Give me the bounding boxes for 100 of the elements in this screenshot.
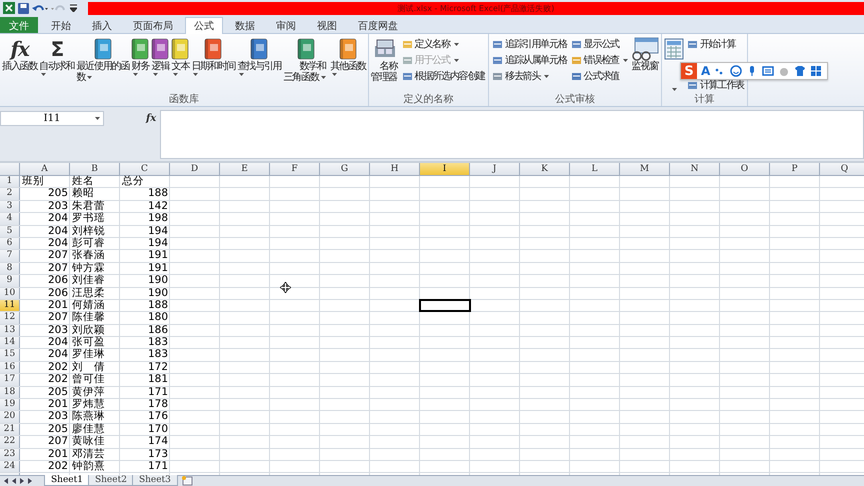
table-cell-text: 张春涵 bbox=[71, 250, 106, 262]
table-cell-text: 彭可睿 bbox=[71, 238, 106, 249]
ribbon-button[interactable]: 查找与引用 bbox=[236, 35, 282, 77]
column-header[interactable]: A bbox=[20, 163, 70, 175]
ribbon-tab[interactable]: 文件 bbox=[0, 17, 38, 33]
column-header[interactable]: O bbox=[720, 163, 770, 175]
row-header[interactable]: 4 bbox=[0, 213, 20, 225]
table-cell-text: 194 bbox=[146, 238, 169, 250]
ribbon-button[interactable]: 其他函数 bbox=[329, 35, 367, 77]
ime-button[interactable]: A bbox=[701, 64, 710, 78]
column-header[interactable]: B bbox=[70, 163, 120, 175]
row-header[interactable]: 20 bbox=[0, 411, 20, 423]
tool-icon bbox=[570, 38, 582, 50]
ribbon-button[interactable]: 追踪从属单元格 bbox=[490, 53, 569, 67]
column-header[interactable]: E bbox=[220, 163, 270, 175]
ribbon-button[interactable]: 财务 bbox=[130, 35, 150, 77]
ribbon-button[interactable]: Σ 自动求和 bbox=[38, 35, 76, 77]
save-icon[interactable] bbox=[18, 2, 29, 14]
ribbon-button[interactable]: 数学和三角函数 bbox=[282, 35, 330, 84]
ribbon-tab[interactable]: 公式 bbox=[185, 17, 223, 34]
ribbon-button[interactable]: fx 插入函数 bbox=[1, 35, 38, 73]
calculator-sheet-icon bbox=[664, 38, 684, 60]
row-header[interactable]: 22 bbox=[0, 436, 20, 448]
ime-logo[interactable]: S bbox=[681, 63, 697, 79]
column-header[interactable]: J bbox=[470, 163, 520, 175]
sheet-tab[interactable]: Sheet2 bbox=[88, 475, 134, 486]
formula-input[interactable] bbox=[160, 110, 864, 159]
column-header[interactable]: N bbox=[670, 163, 720, 175]
column-header[interactable]: F bbox=[270, 163, 320, 175]
ribbon-button[interactable]: 最近使用的函数 bbox=[75, 35, 130, 84]
row-header[interactable]: 10 bbox=[0, 288, 20, 299]
row-header[interactable]: 3 bbox=[0, 200, 20, 212]
column-header[interactable]: H bbox=[370, 163, 420, 175]
ribbon-tab[interactable]: 审阅 bbox=[267, 17, 305, 33]
active-cell[interactable] bbox=[420, 300, 470, 312]
ribbon-button[interactable]: 名称管理器 bbox=[370, 35, 400, 84]
row-header[interactable]: 16 bbox=[0, 362, 20, 374]
sheet-tab[interactable]: Sheet3 bbox=[132, 475, 178, 486]
ribbon-button[interactable]: 移去箭头 bbox=[490, 69, 569, 83]
insert-function-button[interactable]: fx bbox=[146, 112, 156, 124]
table-cell-text: 203 bbox=[46, 324, 69, 336]
ribbon-tab[interactable]: 开始 bbox=[42, 17, 80, 33]
row-header[interactable]: 14 bbox=[0, 337, 20, 348]
ribbon-button[interactable]: 追踪引用单元格 bbox=[490, 37, 569, 51]
undo-icon[interactable] bbox=[32, 2, 48, 14]
column-header[interactable]: L bbox=[570, 163, 620, 175]
row-header[interactable]: 17 bbox=[0, 374, 20, 386]
ribbon-tab[interactable]: 数据 bbox=[226, 17, 264, 33]
column-header[interactable]: G bbox=[320, 163, 370, 175]
table-cell-text: 190 bbox=[146, 288, 169, 299]
row-header[interactable]: 1 bbox=[0, 176, 20, 188]
name-box[interactable]: I11 bbox=[0, 110, 104, 126]
row-header[interactable]: 15 bbox=[0, 349, 20, 361]
ribbon-button[interactable]: 日期和时间 bbox=[190, 35, 236, 77]
keyboard-icon[interactable] bbox=[762, 65, 774, 77]
ribbon-button[interactable]: 根据所选内容创建 bbox=[400, 69, 488, 83]
column-header[interactable]: P bbox=[770, 163, 820, 175]
row-header[interactable]: 5 bbox=[0, 226, 20, 237]
ribbon-button[interactable]: 开始计算 bbox=[684, 37, 746, 51]
row-header[interactable]: 9 bbox=[0, 275, 20, 287]
row-header[interactable]: 11 bbox=[0, 300, 20, 312]
column-header[interactable]: D bbox=[170, 163, 220, 175]
sheet-tab[interactable]: Sheet1 bbox=[44, 475, 90, 486]
smiley-icon[interactable] bbox=[730, 65, 742, 77]
row-header[interactable]: 6 bbox=[0, 238, 20, 250]
ribbon-tab[interactable]: 百度网盘 bbox=[349, 17, 407, 33]
table-cell-text: 203 bbox=[46, 200, 69, 212]
row-header[interactable]: 18 bbox=[0, 386, 20, 398]
row-header[interactable]: 21 bbox=[0, 424, 20, 436]
grid-icon[interactable] bbox=[810, 65, 822, 77]
ribbon-button[interactable]: 逻辑 bbox=[150, 35, 170, 77]
ribbon-button[interactable]: 显示公式 bbox=[568, 37, 630, 51]
row-header[interactable]: 7 bbox=[0, 250, 20, 262]
ribbon-tab[interactable]: 视图 bbox=[308, 17, 346, 33]
row-header[interactable]: 24 bbox=[0, 460, 20, 472]
table-cell-text: 黄伊萍 bbox=[71, 386, 106, 398]
row-header[interactable]: 23 bbox=[0, 448, 20, 460]
column-header[interactable]: K bbox=[520, 163, 570, 175]
tool-icon bbox=[686, 38, 698, 50]
column-header[interactable]: I bbox=[420, 163, 470, 175]
row-header[interactable]: 2 bbox=[0, 188, 20, 200]
column-header[interactable]: Q bbox=[820, 163, 864, 175]
ribbon-tab[interactable]: 插入 bbox=[83, 17, 121, 33]
row-header[interactable]: 13 bbox=[0, 324, 20, 336]
insert-sheet-icon[interactable] bbox=[180, 476, 194, 486]
ribbon-button[interactable]: 监视窗 bbox=[630, 35, 660, 73]
column-header[interactable]: M bbox=[620, 163, 670, 175]
ribbon-button[interactable]: 计算工作表 bbox=[684, 78, 746, 92]
ribbon-tab[interactable]: 页面布局 bbox=[124, 17, 182, 33]
customize-icon[interactable] bbox=[70, 4, 77, 12]
ribbon-button[interactable]: 错误检查 bbox=[568, 53, 630, 67]
ribbon-button[interactable]: 公式求值 bbox=[568, 69, 630, 83]
ribbon-button[interactable]: 定义名称 bbox=[400, 37, 488, 51]
shirt-icon[interactable] bbox=[794, 65, 806, 77]
row-header[interactable]: 19 bbox=[0, 399, 20, 410]
row-header[interactable]: 8 bbox=[0, 262, 20, 274]
ribbon-button[interactable]: 文本 bbox=[170, 35, 190, 77]
column-header[interactable]: C bbox=[120, 163, 170, 175]
table-cell-text: 207 bbox=[46, 262, 69, 274]
row-header[interactable]: 12 bbox=[0, 312, 20, 324]
